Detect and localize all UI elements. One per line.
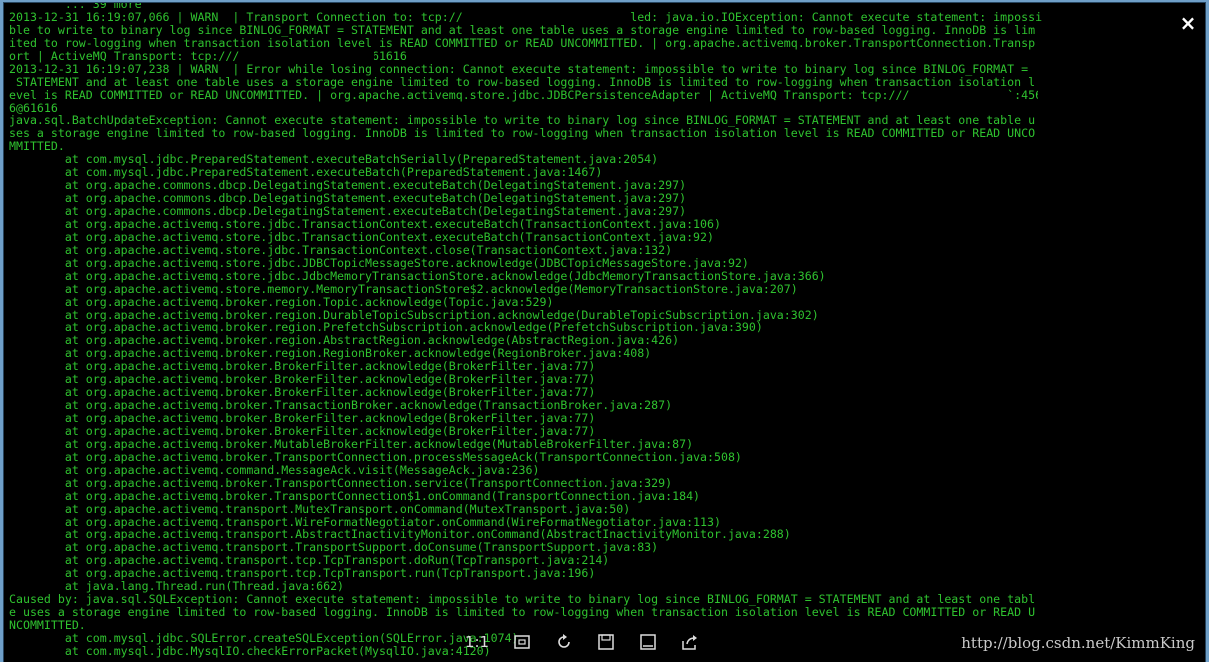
console-line: at org.apache.activemq.store.jdbc.Transa…: [9, 229, 714, 244]
console-line: STATEMENT and at least one table uses a …: [9, 74, 1036, 89]
console-line: at org.apache.activemq.transport.MutexTr…: [9, 501, 631, 516]
console-line: ited to row-logging when transaction iso…: [9, 35, 1036, 50]
console-line: at org.apache.activemq.store.jdbc.JDBCTo…: [9, 255, 749, 270]
console-line: at org.apache.activemq.broker.TransportC…: [9, 475, 673, 490]
redaction-mask: [264, 51, 374, 62]
console-line: at org.apache.activemq.broker.BrokerFilt…: [9, 423, 596, 438]
console-line: at org.apache.activemq.store.memory.Memo…: [9, 281, 798, 296]
fullscreen-icon[interactable]: [636, 630, 660, 654]
console-line: at org.apache.activemq.store.jdbc.Transa…: [9, 242, 673, 257]
image-viewer-frame: ... 39 more 2013-12-31 16:19:07,066 | WAR…: [4, 3, 1205, 662]
console-line: at org.apache.activemq.store.jdbc.Transa…: [9, 216, 721, 231]
console-line: at org.apache.activemq.broker.MutableBro…: [9, 436, 694, 451]
share-icon[interactable]: [678, 630, 702, 654]
console-line: e uses a storage engine limited to row-b…: [9, 605, 1036, 620]
close-button[interactable]: ×: [1177, 12, 1199, 34]
console-line: at org.apache.activemq.store.jdbc.JdbcMe…: [9, 268, 826, 283]
console-line: evel is READ COMMITTED or READ UNCOMMITT…: [9, 87, 1050, 102]
console-line: ort | ActiveMQ Transport: tcp:/// :45655…: [9, 48, 407, 63]
redaction-mask: [515, 12, 630, 23]
console-line: ble to write to binary log since BINLOG_…: [9, 22, 1036, 37]
actual-size-button[interactable]: 1:1: [462, 633, 492, 651]
console-line: at org.apache.activemq.broker.region.Top…: [9, 294, 554, 309]
fit-window-icon[interactable]: [510, 630, 534, 654]
console-line: at org.apache.commons.dbcp.DelegatingSta…: [9, 204, 687, 218]
console-output: ... 39 more 2013-12-31 16:19:07,066 | WAR…: [4, 3, 1205, 658]
redaction-mask: [1038, 90, 1133, 101]
console-line: at org.apache.activemq.broker.TransportC…: [9, 488, 701, 503]
save-icon[interactable]: [594, 630, 618, 654]
console-line: at org.apache.activemq.broker.TransportC…: [9, 449, 742, 464]
rotate-icon[interactable]: [552, 630, 576, 654]
watermark-text: http://blog.csdn.net/KimmKing: [961, 634, 1195, 652]
console-line: ses a storage engine limited to row-base…: [9, 126, 1036, 141]
console-line: at org.apache.activemq.broker.BrokerFilt…: [9, 411, 596, 425]
console-line: at org.apache.activemq.command.MessageAc…: [9, 462, 540, 477]
viewer-toolbar: 1:1: [462, 625, 702, 659]
console-line: 2013-12-31 16:19:07,238 | WARN | Error w…: [9, 61, 1029, 76]
